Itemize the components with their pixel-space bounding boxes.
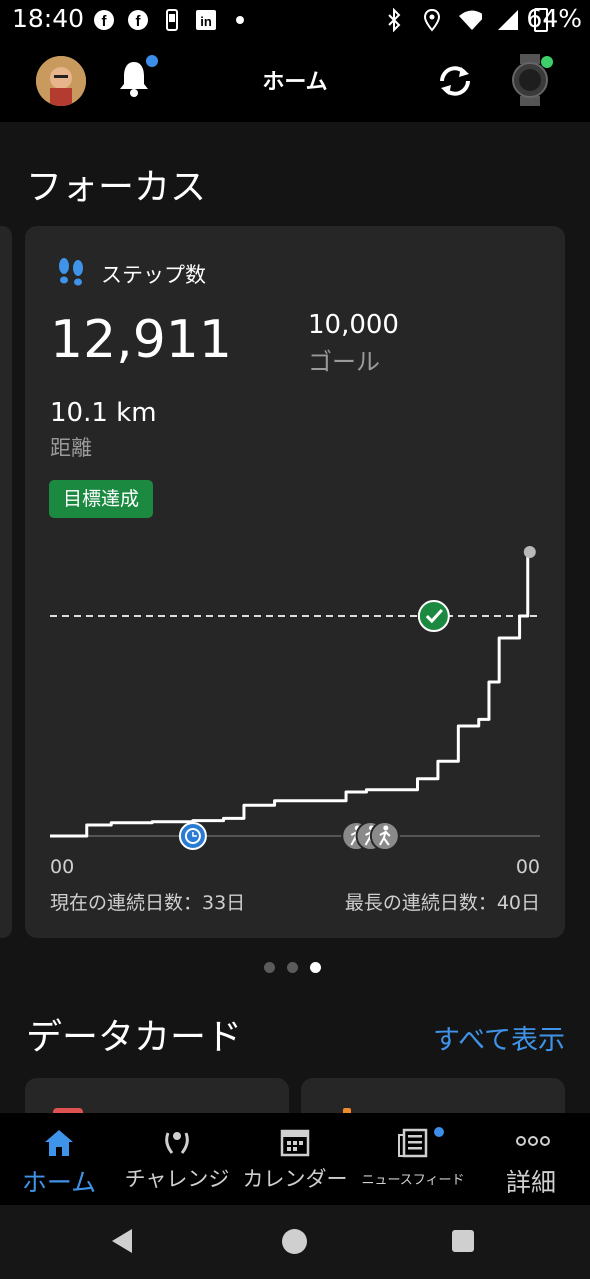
walk-icon-head — [383, 825, 389, 831]
bottom-nav: ホーム チャレンジ カレンダー ニュースフィード 詳細 — [0, 1113, 590, 1205]
home-circle-icon[interactable] — [282, 1229, 307, 1254]
nav-label: ニュースフィード — [361, 1173, 465, 1188]
data-cards-title: データカード — [26, 1017, 243, 1058]
footprints-icon — [55, 256, 87, 292]
status-time: 18:40 — [12, 4, 85, 33]
app-bar: ホーム — [0, 44, 590, 122]
newsfeed-icon — [396, 1127, 430, 1159]
steps-series-line — [50, 552, 532, 838]
page-title: ホーム — [262, 70, 328, 95]
card-title: ステップ数 — [101, 263, 206, 287]
calendar-icon — [278, 1127, 312, 1159]
distance-label: 距離 — [50, 436, 92, 460]
system-nav-bar — [0, 1205, 590, 1279]
system-status-icons — [382, 8, 548, 32]
pager-dot[interactable] — [287, 962, 298, 973]
nav-label: カレンダー — [242, 1167, 348, 1191]
signal-icon — [496, 8, 520, 32]
back-icon[interactable] — [112, 1229, 132, 1253]
steps-chart — [50, 546, 540, 851]
home-icon — [42, 1127, 76, 1159]
more-icon — [514, 1127, 550, 1159]
nav-more[interactable]: 詳細 — [472, 1113, 590, 1205]
pager-dot[interactable] — [264, 962, 275, 973]
goal-label: ゴール — [308, 348, 380, 376]
series-end-point — [523, 546, 536, 558]
goal-check-marker — [417, 600, 450, 633]
data-card[interactable] — [301, 1078, 565, 1113]
phone-notification-icon — [160, 8, 184, 32]
nav-challenges[interactable]: チャレンジ — [118, 1113, 236, 1205]
current-streak: 現在の連続日数：33日 — [50, 892, 246, 914]
laurel-icon — [160, 1127, 194, 1159]
longest-streak: 最長の連続日数：40日 — [344, 892, 540, 914]
steps-card[interactable]: ステップ数 12,911 10,000 ゴール 10.1 km 距離 目標達成 … — [25, 226, 565, 938]
previous-card-peek[interactable] — [0, 226, 12, 938]
pager-dot-active[interactable] — [310, 962, 321, 973]
bluetooth-icon — [382, 8, 406, 32]
newsfeed-badge-dot — [434, 1127, 444, 1137]
dot-icon — [228, 8, 252, 32]
steps-value: 12,911 — [50, 310, 232, 370]
status-bar: 18:40 f f in 64% — [0, 0, 590, 44]
nav-calendar[interactable]: カレンダー — [236, 1113, 354, 1205]
sync-icon[interactable] — [434, 60, 476, 102]
nav-label: チャレンジ — [124, 1167, 230, 1191]
linkedin-icon: in — [194, 8, 218, 32]
distance-value: 10.1 km — [50, 398, 157, 428]
battery-percent: 64% — [526, 4, 582, 33]
location-icon — [420, 8, 444, 32]
wifi-icon — [458, 8, 482, 32]
recents-icon[interactable] — [452, 1230, 474, 1252]
card-pager — [264, 962, 321, 973]
focus-title: フォーカス — [26, 167, 207, 208]
device-connected-dot — [541, 56, 553, 68]
x-tick-start: 00 — [50, 856, 75, 878]
main-content: フォーカス ステップ数 12,911 10,000 ゴール 10.1 km 距離… — [0, 122, 590, 1113]
nav-label: 詳細 — [505, 1168, 556, 1197]
nav-home[interactable]: ホーム — [0, 1113, 118, 1205]
facebook-icon: f — [126, 8, 150, 32]
x-tick-end: 00 — [515, 856, 540, 878]
notification-icons: f f in — [92, 8, 252, 32]
nav-newsfeed[interactable]: ニュースフィード — [354, 1113, 472, 1205]
svg-text:in: in — [200, 14, 212, 29]
goal-achieved-badge: 目標達成 — [49, 480, 154, 518]
nav-label: ホーム — [21, 1168, 97, 1197]
facebook-icon: f — [92, 8, 116, 32]
view-all-link[interactable]: すべて表示 — [433, 1018, 565, 1057]
goal-value: 10,000 — [308, 310, 399, 340]
data-card[interactable] — [25, 1078, 289, 1113]
card-header: ステップ数 — [55, 256, 206, 292]
